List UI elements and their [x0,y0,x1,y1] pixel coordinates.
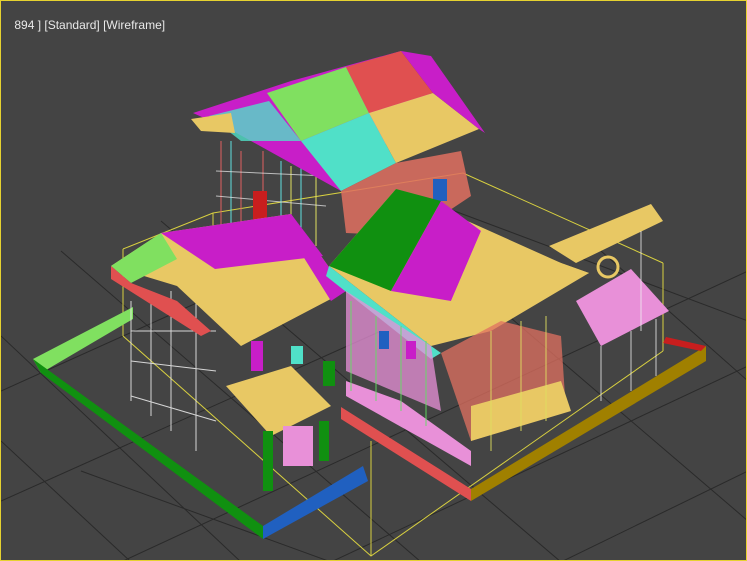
left-wing-roof [111,214,346,346]
scene-canvas[interactable] [1,1,747,561]
viewport-label: 894 ] [Standard] [Wireframe] [1,4,165,46]
viewport-number-label[interactable]: 894 ] [14,18,44,32]
viewport-shading-label[interactable]: [Wireframe] [103,18,165,32]
viewport[interactable]: 894 ] [Standard] [Wireframe] [0,0,747,561]
viewport-view-label[interactable]: [Standard] [44,18,99,32]
right-wing [549,204,669,401]
